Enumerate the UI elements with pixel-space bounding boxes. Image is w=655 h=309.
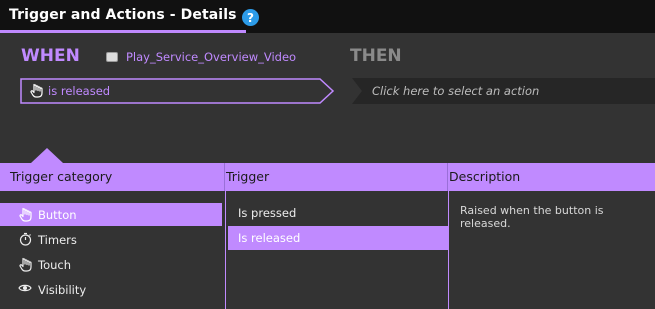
panel-body: Button Timers Touch Visibility Is presse… (0, 191, 655, 309)
when-then-area: WHEN Play_Service_Overview_Video THEN is… (0, 33, 655, 163)
category-label: Timers (38, 233, 77, 247)
category-item-button[interactable]: Button (0, 203, 222, 226)
trigger-selector[interactable]: is released (20, 78, 335, 104)
trigger-category-list: Button Timers Touch Visibility (0, 191, 225, 309)
eye-icon (18, 282, 32, 296)
when-label: WHEN (21, 46, 80, 66)
header-divider (224, 163, 225, 191)
trigger-item-is-pressed[interactable]: Is pressed (228, 201, 448, 225)
action-placeholder: Click here to select an action (372, 84, 540, 98)
category-item-touch[interactable]: Touch (0, 253, 222, 276)
hand-pointer-icon (18, 207, 32, 222)
then-label: THEN (350, 46, 402, 66)
panel-header: Trigger category Trigger Description (0, 163, 655, 191)
header-divider (447, 163, 448, 191)
trigger-label: Is released (238, 231, 301, 245)
trigger-category-header: Trigger category (10, 169, 113, 184)
description-header: Description (449, 169, 521, 184)
category-label: Button (38, 208, 77, 222)
window-title: Trigger and Actions - Details (9, 7, 237, 23)
trigger-label: Is pressed (238, 206, 297, 220)
trigger-header: Trigger (226, 169, 270, 184)
title-bar: Trigger and Actions - Details ? (0, 0, 655, 33)
description-text: Raised when the button is released. (460, 204, 604, 230)
category-label: Touch (38, 258, 72, 272)
help-icon[interactable]: ? (242, 9, 259, 26)
hand-pointer-icon (18, 257, 32, 272)
title-tab: Trigger and Actions - Details (0, 0, 246, 33)
category-item-visibility[interactable]: Visibility (0, 278, 222, 301)
panel-pointer (31, 148, 63, 163)
hand-pointer-icon (30, 83, 44, 98)
description-pane: Raised when the button is released. (449, 191, 655, 309)
trigger-list: Is pressed Is released (225, 191, 449, 309)
trigger-value: is released (48, 84, 111, 98)
category-label: Visibility (38, 283, 87, 297)
element-name-link[interactable]: Play_Service_Overview_Video (126, 50, 296, 64)
stopwatch-icon (18, 232, 32, 246)
action-selector[interactable]: Click here to select an action (352, 78, 655, 104)
button-element-icon (106, 52, 118, 62)
category-item-timers[interactable]: Timers (0, 228, 222, 251)
trigger-item-is-released[interactable]: Is released (228, 226, 448, 250)
